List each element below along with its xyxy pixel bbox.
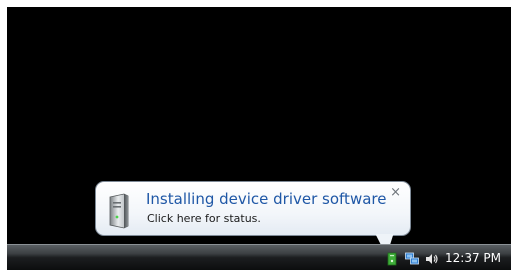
- device-driver-icon: [106, 193, 130, 229]
- notification-balloon[interactable]: Installing device driver software Click …: [95, 181, 411, 236]
- notification-title[interactable]: Installing device driver software: [146, 190, 386, 208]
- close-button[interactable]: ×: [390, 186, 401, 200]
- network-icon[interactable]: [405, 251, 419, 265]
- notification-message[interactable]: Click here for status.: [147, 212, 261, 225]
- screen: Installing device driver software Click …: [7, 7, 511, 270]
- system-tray: 12:37 PM: [379, 245, 511, 270]
- device-install-icon[interactable]: [385, 251, 399, 265]
- clock[interactable]: 12:37 PM: [445, 251, 501, 265]
- volume-icon[interactable]: [425, 251, 439, 265]
- taskbar: 12:37 PM: [7, 244, 511, 270]
